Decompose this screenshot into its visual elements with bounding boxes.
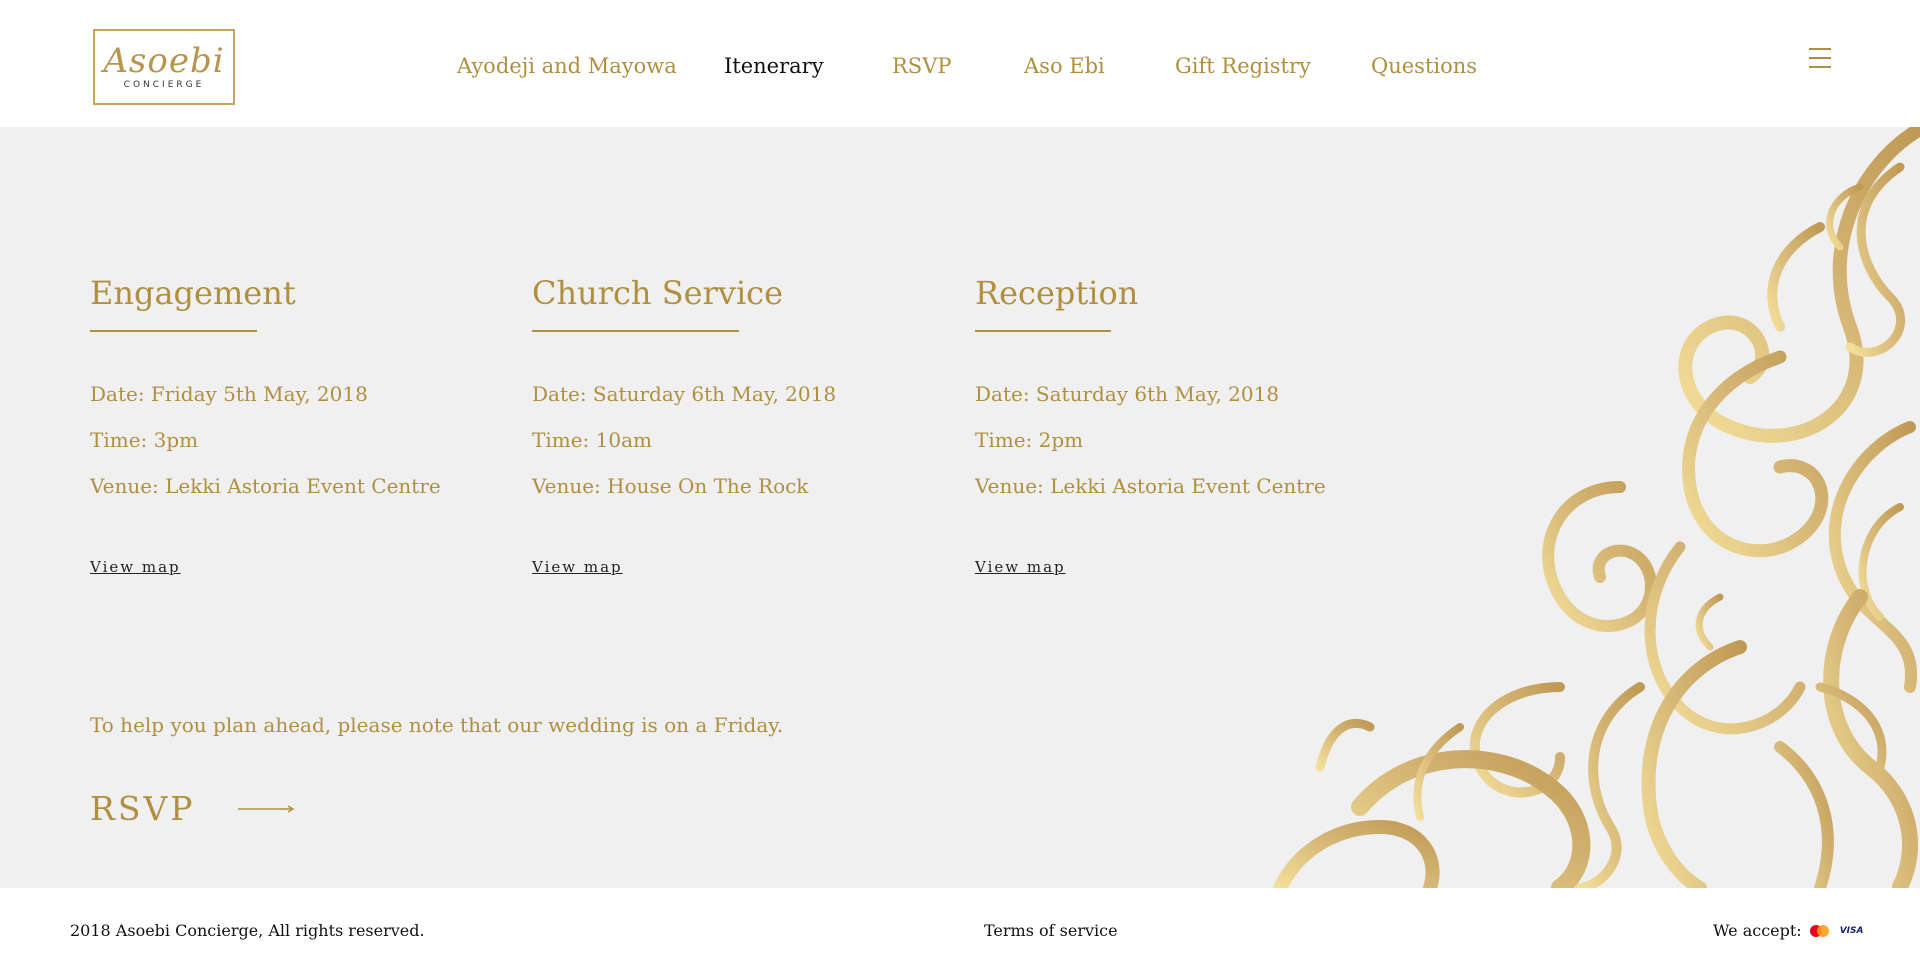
event-time: Time: 10am	[532, 428, 652, 452]
logo-script-text: Asoebi	[103, 41, 225, 81]
terms-of-service-link[interactable]: Terms of service	[984, 921, 1118, 940]
friday-note: To help you plan ahead, please note that…	[90, 713, 784, 737]
rsvp-cta-label: RSVP	[90, 789, 196, 828]
event-time: Time: 2pm	[975, 428, 1084, 452]
payment-methods: We accept: VISA	[1713, 921, 1863, 940]
nav-link-ayodeji-and-mayowa[interactable]: Ayodeji and Mayowa	[457, 54, 677, 78]
asoebi-logo[interactable]: Asoebi CONCIERGE	[93, 29, 235, 105]
event-date: Date: Friday 5th May, 2018	[90, 382, 368, 406]
title-underline	[975, 330, 1111, 332]
copyright-text: 2018 Asoebi Concierge, All rights reserv…	[70, 921, 425, 940]
menu-bar	[1809, 57, 1831, 59]
event-title: Reception	[975, 274, 1139, 312]
visa-icon: VISA	[1839, 925, 1864, 936]
itinerary-section: Engagement Date: Friday 5th May, 2018 Ti…	[0, 127, 1920, 888]
title-underline	[532, 330, 739, 332]
title-underline	[90, 330, 257, 332]
view-map-link[interactable]: View map	[532, 558, 623, 576]
rsvp-cta-button[interactable]: RSVP	[90, 789, 294, 828]
event-venue: Venue: Lekki Astoria Event Centre	[975, 474, 1326, 498]
logo-subtitle: CONCIERGE	[123, 80, 205, 90]
event-church-service: Church Service Date: Saturday 6th May, 2…	[532, 274, 952, 576]
mastercard-icon	[1809, 924, 1832, 938]
event-title: Church Service	[532, 274, 784, 312]
event-reception: Reception Date: Saturday 6th May, 2018 T…	[975, 274, 1395, 576]
nav-link-gift-registry[interactable]: Gift Registry	[1175, 54, 1311, 78]
nav-link-rsvp[interactable]: RSVP	[892, 54, 952, 78]
site-footer: 2018 Asoebi Concierge, All rights reserv…	[0, 888, 1920, 976]
event-engagement: Engagement Date: Friday 5th May, 2018 Ti…	[90, 274, 510, 576]
event-date: Date: Saturday 6th May, 2018	[532, 382, 837, 406]
nav-link-itenerary[interactable]: Itenerary	[724, 54, 824, 78]
menu-bar	[1809, 66, 1831, 68]
view-map-link[interactable]: View map	[90, 558, 181, 576]
event-date: Date: Saturday 6th May, 2018	[975, 382, 1280, 406]
event-venue: Venue: Lekki Astoria Event Centre	[90, 474, 441, 498]
event-time: Time: 3pm	[90, 428, 199, 452]
nav-link-questions[interactable]: Questions	[1371, 54, 1477, 78]
menu-bar	[1809, 48, 1831, 50]
we-accept-label: We accept:	[1713, 921, 1802, 940]
view-map-link[interactable]: View map	[975, 558, 1066, 576]
event-title: Engagement	[90, 274, 296, 312]
site-header: Asoebi CONCIERGE Ayodeji and Mayowa Iten…	[0, 0, 1920, 127]
event-venue: Venue: House On The Rock	[532, 474, 809, 498]
hamburger-menu-icon[interactable]	[1809, 48, 1831, 68]
arrow-right-icon	[237, 804, 294, 813]
nav-link-aso-ebi[interactable]: Aso Ebi	[1024, 54, 1105, 78]
